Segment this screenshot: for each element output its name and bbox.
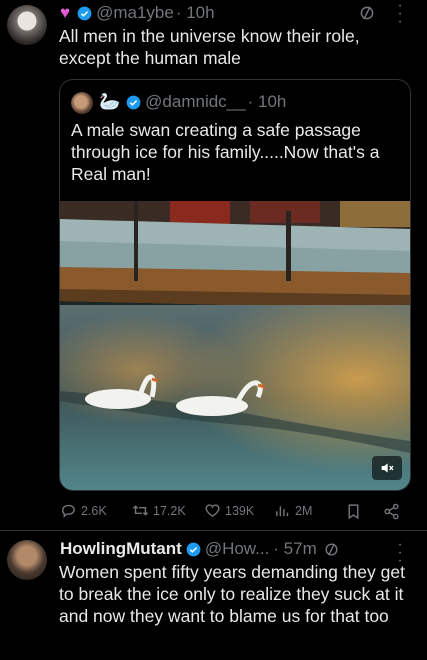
swan-video-frame: [60, 201, 410, 490]
reply-author-handle[interactable]: @How...: [205, 539, 270, 559]
tweet-header: ♥ @ma1ybe · 10h: [60, 3, 215, 23]
tweet-text: All men in the universe know their role,…: [59, 26, 360, 68]
reply-count: 2.6K: [81, 503, 107, 518]
reply-header: HowlingMutant @How... · 57m: [60, 539, 340, 559]
like-icon: [205, 504, 220, 518]
reply-author-avatar[interactable]: [7, 540, 47, 580]
more-vertical-icon[interactable]: · · ·: [397, 0, 403, 30]
repost-button[interactable]: 17.2K: [132, 502, 186, 519]
tweet-time[interactable]: · 10h: [176, 3, 215, 23]
quote-text: A male swan creating a safe passage thro…: [71, 120, 380, 184]
reply-time[interactable]: · 57m: [273, 539, 316, 559]
like-count: 139K: [225, 503, 255, 518]
swan-emoji-icon: 🦢: [99, 92, 121, 111]
quote-header: 🦢 @damnidc__ · 10h: [99, 92, 286, 112]
reply-text: Women spent fifty years demanding they g…: [59, 562, 405, 626]
quote-time[interactable]: · 10h: [248, 92, 287, 112]
quote-author-handle[interactable]: @damnidc__: [145, 92, 245, 112]
like-button[interactable]: 139K: [204, 502, 254, 519]
quote-author-avatar[interactable]: [71, 92, 93, 114]
views-button[interactable]: 2M: [274, 502, 312, 519]
repost-icon: [132, 505, 149, 516]
reply-button[interactable]: 2.6K: [60, 502, 107, 519]
views-count: 2M: [295, 503, 313, 518]
verified-badge-icon: [77, 6, 92, 20]
bookmark-icon[interactable]: [345, 503, 362, 520]
reply-author-name[interactable]: HowlingMutant: [60, 539, 182, 559]
repost-count: 17.2K: [153, 503, 186, 518]
verified-badge-icon: [126, 95, 141, 109]
quote-video[interactable]: [60, 201, 410, 490]
pink-heart-icon: ♥: [60, 3, 71, 22]
slash-circle-icon[interactable]: [323, 541, 340, 558]
divider: [0, 530, 427, 531]
author-avatar[interactable]: [7, 5, 47, 45]
verified-badge-icon: [186, 542, 201, 556]
mute-button[interactable]: [372, 456, 402, 480]
mute-icon: [381, 463, 394, 473]
share-icon[interactable]: [383, 503, 400, 520]
reply-icon: [62, 504, 75, 518]
slash-circle-icon[interactable]: [358, 4, 376, 22]
author-handle[interactable]: @ma1ybe: [96, 3, 174, 23]
quoted-tweet[interactable]: 🦢 @damnidc__ · 10h A male swan creating …: [59, 79, 411, 491]
views-icon: [276, 506, 289, 517]
